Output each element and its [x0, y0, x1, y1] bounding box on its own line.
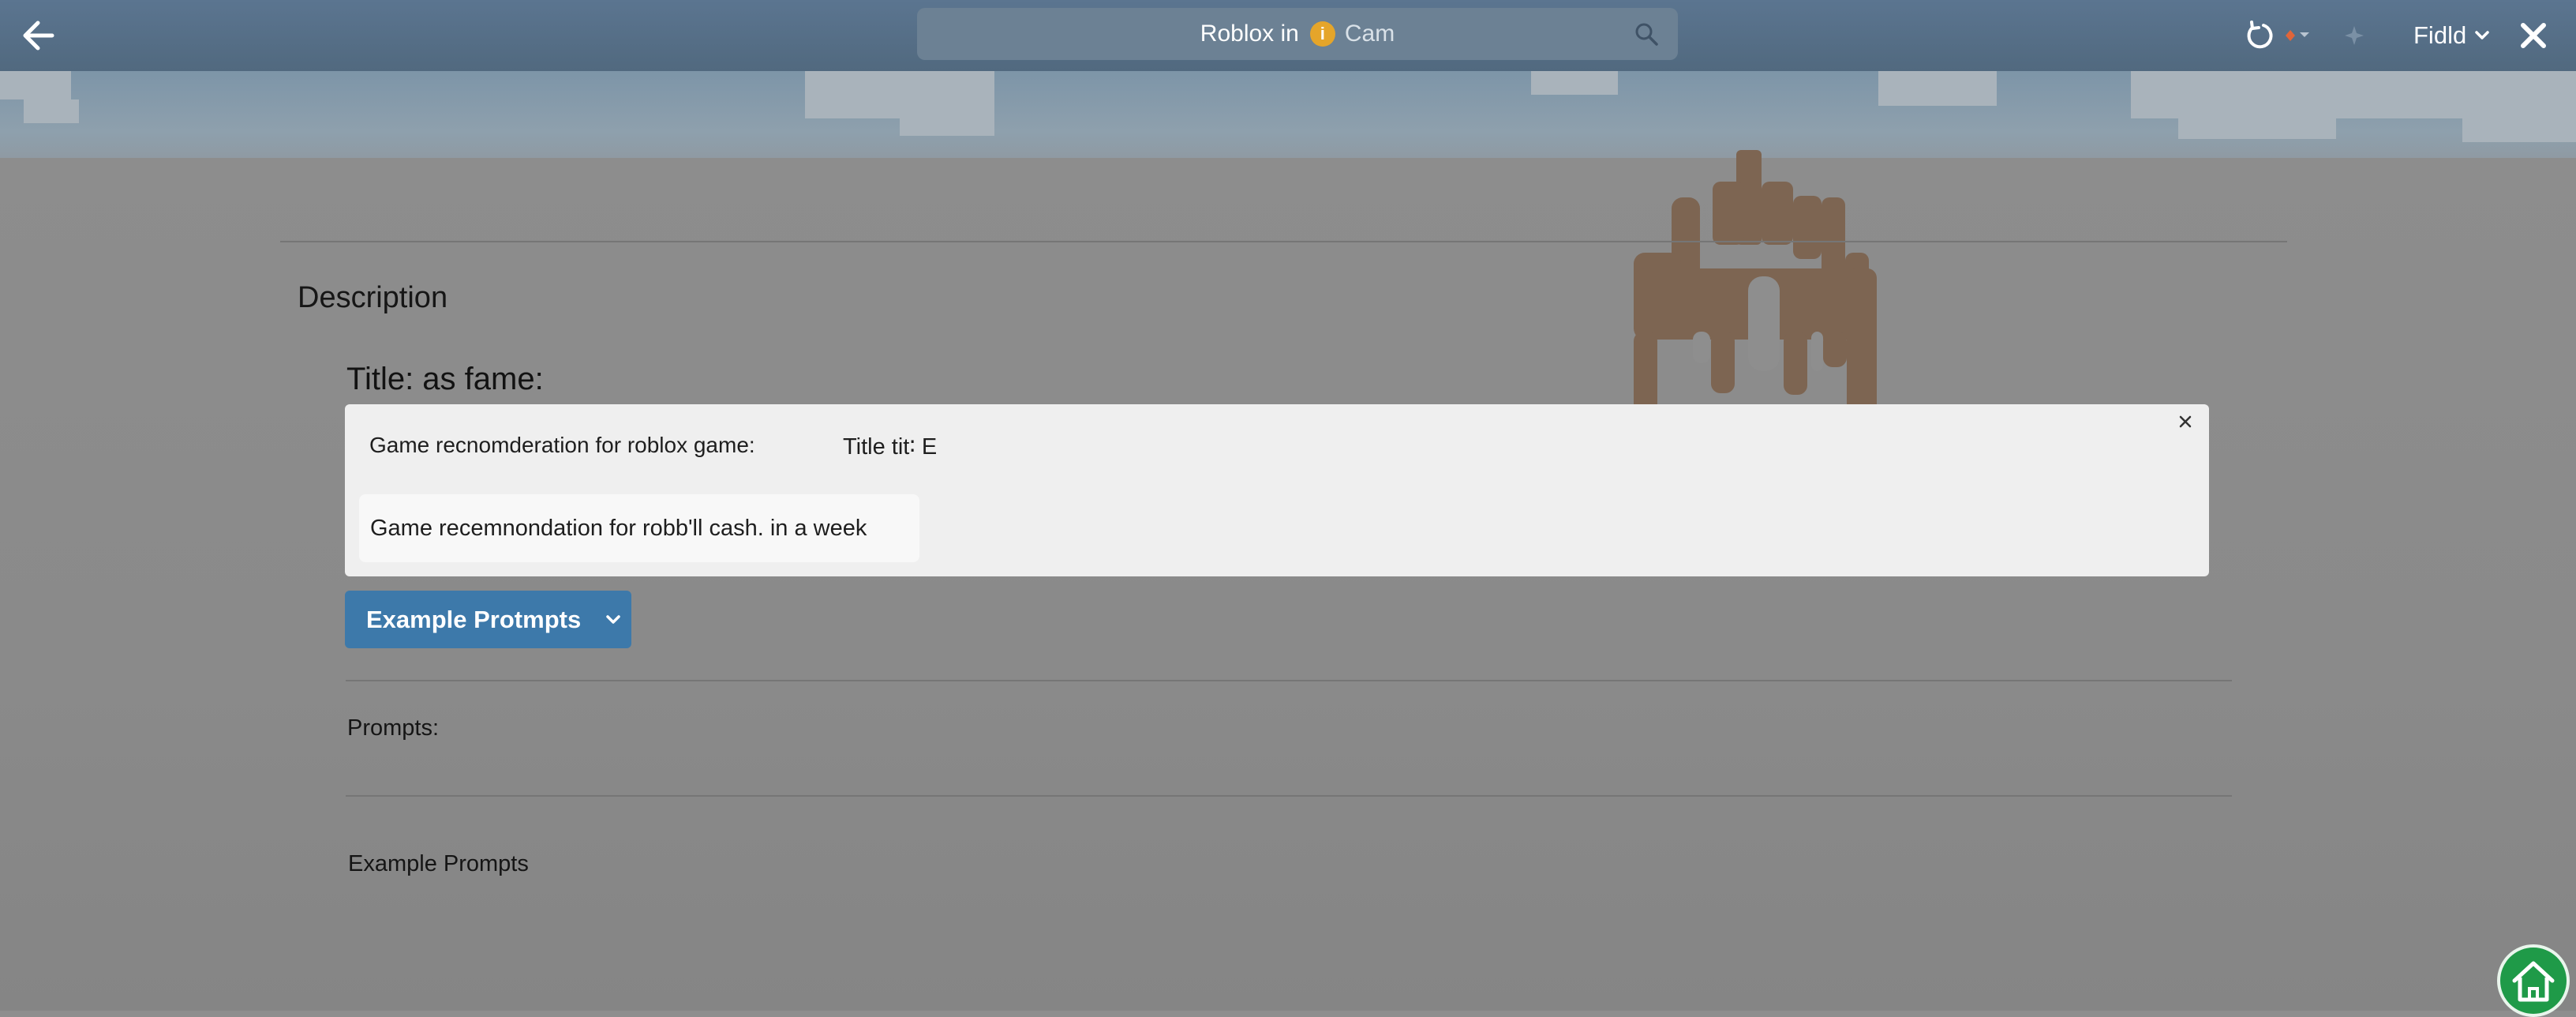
dialog-right-label: Title tit∶ E [843, 434, 938, 460]
back-button[interactable] [16, 14, 60, 57]
section-divider [346, 795, 2232, 797]
section-divider [280, 241, 2287, 242]
chevron-down-icon [606, 614, 620, 624]
refresh-button[interactable] [2240, 16, 2279, 55]
search-query-suffix: Cam [1344, 21, 1395, 47]
info-badge-icon: i [1309, 21, 1335, 47]
dialog-close-button[interactable] [2171, 407, 2200, 436]
dialog-left-label: Game recnomderation for roblox game: [369, 433, 755, 457]
example-prompts-button[interactable]: Example Protmpts [345, 591, 631, 648]
example-prompts-label: Example Prompts [348, 851, 529, 876]
field-menu[interactable]: Fidld [2413, 17, 2490, 54]
recommendation-dialog: Game recnomderation for roblox game: Tit… [345, 404, 2209, 576]
star-button[interactable] [2336, 17, 2372, 54]
chevron-down-icon [2475, 31, 2489, 39]
castle-silhouette-image [1634, 150, 1877, 433]
title-heading: Title: as fame: [346, 362, 544, 396]
close-icon [2521, 23, 2546, 48]
search-bar[interactable]: Roblox in i Cam [917, 8, 1678, 60]
sky-background [0, 71, 2576, 158]
prompt-suggestion-chip[interactable]: Game recemnondation for robb'll cash. in… [359, 494, 919, 562]
close-icon [2179, 415, 2192, 428]
arrow-left-icon [23, 21, 54, 51]
section-divider [346, 680, 2232, 681]
example-prompts-button-label: Example Protmpts [366, 605, 582, 633]
home-icon [2512, 961, 2555, 1002]
top-bar: Roblox in i Cam Fidld [0, 0, 2576, 71]
orange-dot-chevron-icon [2286, 30, 2309, 41]
star-icon [2345, 26, 2364, 45]
prompts-label: Prompts: [347, 715, 440, 741]
search-icon[interactable] [1634, 21, 1659, 47]
description-heading: Description [298, 281, 448, 314]
status-dropdown[interactable] [2282, 19, 2319, 52]
close-button[interactable] [2511, 14, 2555, 57]
search-query-text: Roblox in [1200, 21, 1299, 47]
field-menu-label: Fidld [2413, 21, 2467, 49]
home-button[interactable] [2497, 944, 2570, 1017]
refresh-icon [2247, 21, 2273, 49]
